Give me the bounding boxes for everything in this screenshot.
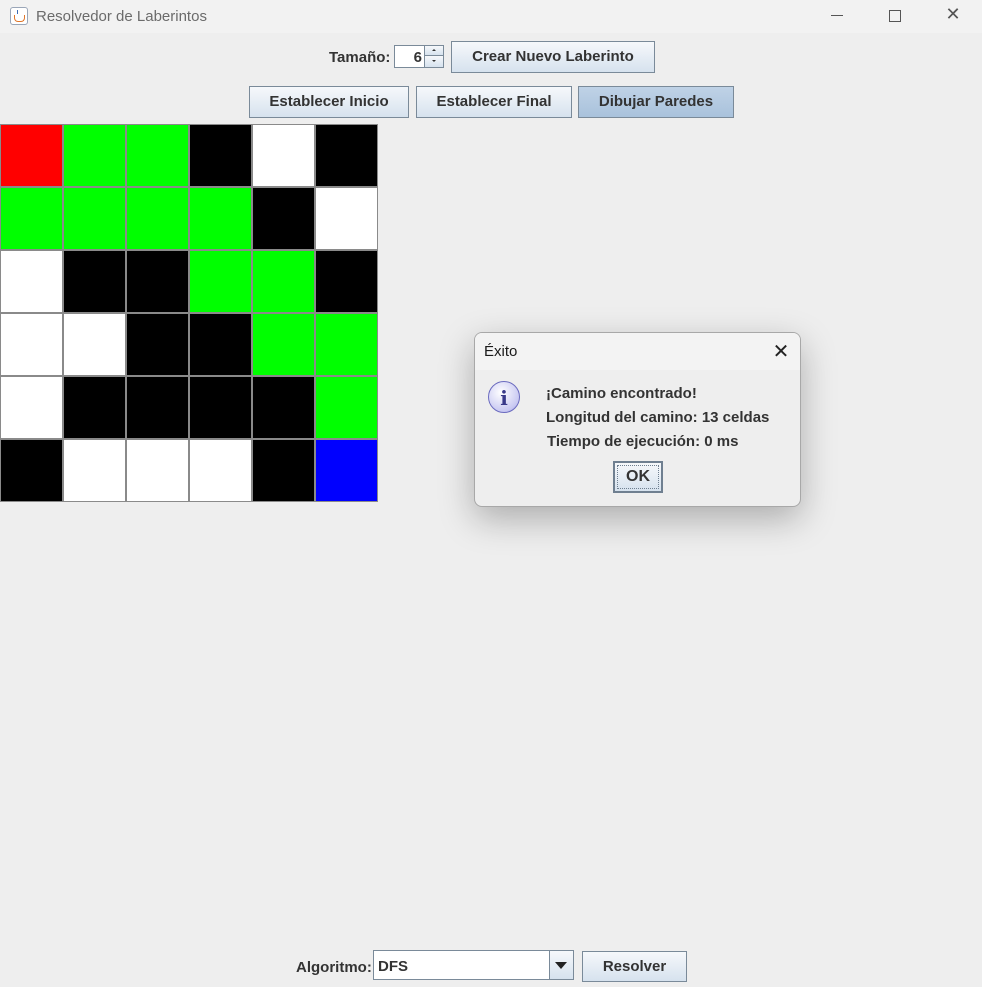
maze-cell-path[interactable] (63, 187, 126, 250)
algorithm-label: Algoritmo: (296, 959, 372, 976)
main-window: Resolvedor de Laberintos ✕ Tamaño: 6 Cre… (0, 0, 982, 987)
maximize-icon (889, 10, 901, 22)
minimize-button[interactable] (814, 0, 860, 32)
maze-cell-path[interactable] (189, 187, 252, 250)
maze-cell-path[interactable] (126, 124, 189, 187)
maze-cell-empty[interactable] (252, 124, 315, 187)
set-start-button[interactable]: Establecer Inicio (249, 86, 409, 118)
maze-cell-empty[interactable] (126, 439, 189, 502)
maze-cell-wall[interactable] (252, 439, 315, 502)
create-maze-button[interactable]: Crear Nuevo Laberinto (451, 41, 655, 73)
maze-cell-path[interactable] (252, 313, 315, 376)
size-spinner-value[interactable]: 6 (414, 49, 422, 66)
window-title: Resolvedor de Laberintos (36, 8, 207, 25)
draw-walls-button[interactable]: Dibujar Paredes (578, 86, 734, 118)
close-window-button[interactable]: ✕ (930, 0, 976, 32)
maze-cell-empty[interactable] (63, 439, 126, 502)
maze-cell-wall[interactable] (315, 124, 378, 187)
dialog-message-time: Tiempo de ejecución: 0 ms (547, 433, 739, 450)
spinner-up-button[interactable] (424, 46, 443, 56)
dialog-message-length: Longitud del camino: 13 celdas (546, 409, 770, 426)
title-bar: Resolvedor de Laberintos ✕ (0, 0, 982, 33)
maze-cell-empty[interactable] (0, 313, 63, 376)
minimize-icon (831, 15, 843, 16)
dialog-message-found: ¡Camino encontrado! (546, 385, 697, 402)
maze-cell-end[interactable] (315, 439, 378, 502)
info-icon: i (488, 381, 520, 413)
dialog-close-button[interactable]: ✕ (771, 341, 791, 361)
maze-cell-empty[interactable] (63, 313, 126, 376)
maze-cell-wall[interactable] (126, 313, 189, 376)
maze-cell-path[interactable] (189, 250, 252, 313)
maze-cell-wall[interactable] (126, 250, 189, 313)
maze-cell-wall[interactable] (252, 187, 315, 250)
maze-cell-path[interactable] (126, 187, 189, 250)
maze-cell-path[interactable] (252, 250, 315, 313)
algorithm-select-value: DFS (378, 958, 408, 975)
dialog-title-bar: Éxito ✕ (475, 333, 800, 370)
chevron-down-icon (432, 60, 436, 62)
solve-button[interactable]: Resolver (582, 951, 687, 982)
java-app-icon (10, 7, 28, 25)
maze-cell-wall[interactable] (315, 250, 378, 313)
maze-cell-path[interactable] (0, 187, 63, 250)
success-dialog: Éxito ✕ i ¡Camino encontrado! Longitud d… (474, 332, 801, 507)
dialog-title: Éxito (484, 343, 518, 360)
maze-cell-start[interactable] (0, 124, 63, 187)
dropdown-button[interactable] (549, 951, 573, 979)
maze-cell-wall[interactable] (63, 250, 126, 313)
maze-cell-empty[interactable] (0, 376, 63, 439)
maze-cell-wall[interactable] (0, 439, 63, 502)
algorithm-select[interactable]: DFS (373, 950, 574, 980)
chevron-down-icon (555, 962, 567, 969)
maze-cell-wall[interactable] (189, 376, 252, 439)
spinner-down-button[interactable] (424, 56, 443, 67)
maze-cell-wall[interactable] (126, 376, 189, 439)
maze-cell-empty[interactable] (315, 187, 378, 250)
close-icon: ✕ (945, 4, 961, 25)
maze-cell-empty[interactable] (0, 250, 63, 313)
maximize-button[interactable] (872, 0, 918, 32)
set-end-button[interactable]: Establecer Final (416, 86, 572, 118)
maze-cell-wall[interactable] (252, 376, 315, 439)
chevron-up-icon (432, 49, 436, 51)
size-spinner[interactable]: 6 (394, 45, 444, 68)
maze-cell-path[interactable] (63, 124, 126, 187)
size-label: Tamaño: (329, 49, 391, 66)
maze-cell-path[interactable] (315, 313, 378, 376)
maze-cell-wall[interactable] (189, 313, 252, 376)
ok-button[interactable]: OK (613, 461, 663, 493)
maze-cell-wall[interactable] (189, 124, 252, 187)
maze-cell-path[interactable] (315, 376, 378, 439)
maze-grid[interactable] (0, 124, 378, 502)
maze-cell-empty[interactable] (189, 439, 252, 502)
maze-cell-wall[interactable] (63, 376, 126, 439)
